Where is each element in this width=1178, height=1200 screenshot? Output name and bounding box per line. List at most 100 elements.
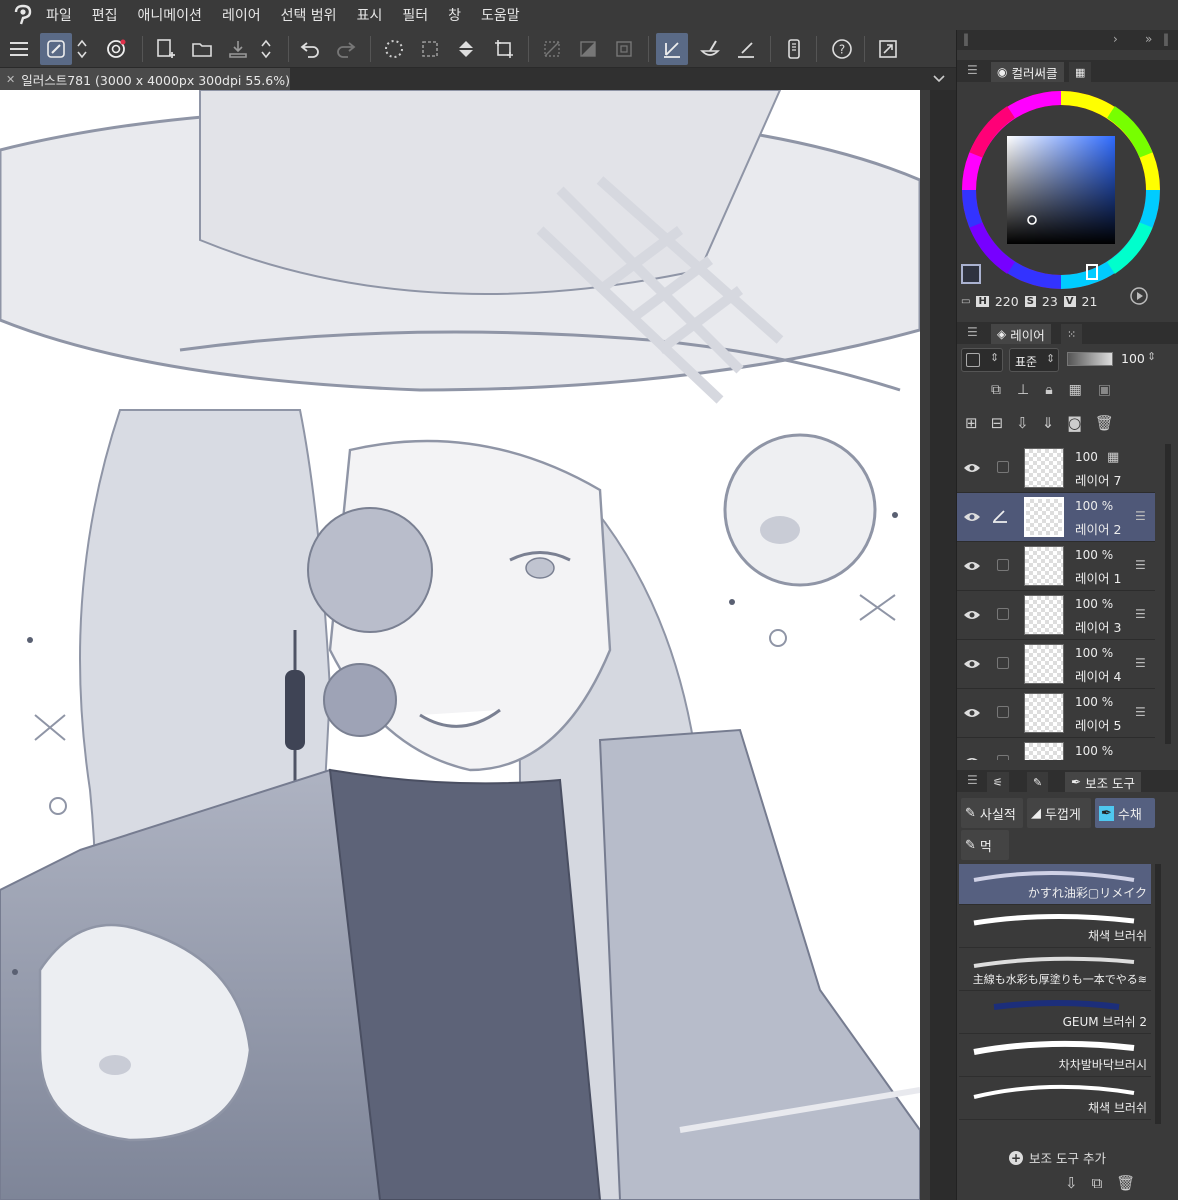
reference-layer-icon[interactable] (656, 33, 688, 65)
eye-icon[interactable] (963, 508, 981, 527)
delete-layer-icon[interactable]: 🗑︎ (1095, 414, 1114, 432)
invert-selection-icon[interactable] (572, 33, 604, 65)
layer-row[interactable]: 100 % 레이어 1 ☰ (957, 542, 1155, 591)
fill-brush-icon[interactable] (694, 33, 726, 65)
close-tab-icon[interactable]: ✕ (6, 73, 15, 86)
layer-mask-icon[interactable]: ◙ (1067, 414, 1082, 432)
updown-arrows-icon[interactable] (256, 33, 276, 65)
color-wheel[interactable] (961, 90, 1161, 290)
updown-arrows-icon[interactable] (72, 33, 92, 65)
tab-brush-size[interactable]: ✎ (1027, 772, 1049, 792)
help-icon[interactable]: ? (826, 33, 858, 65)
layer-menu-icon[interactable]: ☰ (1135, 558, 1146, 572)
layer-check[interactable] (997, 608, 1009, 620)
layer-row[interactable]: 100 % 레이어 2 ☰ (957, 493, 1155, 542)
open-folder-icon[interactable] (186, 33, 218, 65)
panel-menu-icon[interactable]: ☰ (967, 325, 978, 339)
tab-color-circle[interactable]: ◉ 컬러써클 (991, 62, 1064, 82)
transform-icon[interactable] (488, 33, 520, 65)
brush-item[interactable]: 차차발바닥브러시 (959, 1036, 1151, 1077)
subtool-group-ink[interactable]: ✎ 먹 (961, 830, 1009, 860)
layer-menu-icon[interactable]: ☰ (1135, 509, 1146, 523)
loading-spinner-icon[interactable] (378, 33, 410, 65)
eye-icon[interactable] (963, 606, 981, 625)
ruler-pen-icon[interactable] (730, 33, 762, 65)
eye-icon[interactable] (963, 753, 981, 760)
menu-animation[interactable]: 애니메이션 (138, 5, 202, 25)
copy-subtool-icon[interactable]: ⧉ (1092, 1174, 1103, 1192)
brush-list-scrollbar[interactable] (1155, 864, 1161, 1124)
layer-type-select[interactable]: ⇕ (961, 348, 1003, 372)
menu-window[interactable]: 창 (448, 5, 461, 25)
drawing-canvas[interactable] (0, 90, 920, 1200)
new-raster-layer-icon[interactable]: ⊞ (965, 414, 978, 432)
add-subtool-button[interactable]: + 보조 도구 추가 (1009, 1148, 1106, 1167)
app-logo-icon[interactable] (0, 0, 46, 30)
layer-row[interactable]: 100 % (957, 738, 1155, 760)
panel-grip-icon[interactable]: ‖ (1163, 32, 1169, 46)
expand-arrows-icon[interactable]: » (1145, 32, 1152, 46)
brush-item[interactable]: かすれ油彩▢リメイク (959, 864, 1151, 905)
tab-layer-property[interactable]: ⁙ (1061, 324, 1083, 344)
subtool-group-thick[interactable]: ◢ 두껍게 (1027, 798, 1091, 828)
layer-row[interactable]: 100 레이어 7 ▦ (957, 444, 1155, 493)
layer-check[interactable] (997, 706, 1009, 718)
layer-menu-icon[interactable]: ☰ (1135, 656, 1146, 670)
clip-studio-assets-icon[interactable] (100, 33, 132, 65)
menu-view[interactable]: 표시 (357, 5, 383, 25)
opacity-slider[interactable] (1067, 352, 1113, 366)
delete-subtool-icon[interactable]: 🗑︎ (1116, 1174, 1135, 1192)
layer-menu-icon[interactable]: ☰ (1135, 705, 1146, 719)
tab-subtool[interactable]: ✒︎ 보조 도구 (1065, 772, 1142, 792)
play-circle-icon[interactable] (1129, 286, 1149, 306)
lock-icon[interactable]: 🔒︎ (1045, 382, 1052, 398)
chevron-down-icon[interactable] (932, 73, 946, 85)
deselect-icon[interactable] (414, 33, 446, 65)
brush-item[interactable]: 채색 브러쉬 (959, 907, 1151, 948)
menu-edit[interactable]: 편집 (92, 5, 118, 25)
lock-transparency-icon[interactable]: ▦ (1069, 382, 1082, 398)
panel-menu-icon[interactable]: ☰ (967, 63, 978, 77)
brush-item[interactable]: 主線も水彩も厚塗りも一本でやる≋ (959, 950, 1151, 991)
mask-icon[interactable]: ▣ (1098, 382, 1111, 398)
layer-check[interactable] (997, 657, 1009, 669)
subtool-group-watercolor[interactable]: ✒︎ 수채 (1095, 798, 1155, 828)
redo-icon[interactable] (330, 33, 362, 65)
menu-layer[interactable]: 레이어 (222, 5, 261, 25)
reference-layer-icon[interactable]: ⊥ (1017, 382, 1029, 398)
crop-selection-icon[interactable] (536, 33, 568, 65)
menu-selection[interactable]: 선택 범위 (281, 5, 337, 25)
tab-layer[interactable]: ◈ 레이어 (991, 324, 1051, 344)
fill-bucket-icon[interactable] (450, 33, 482, 65)
tab-tool-property[interactable]: ⚟ (987, 772, 1009, 792)
main-color-swatch[interactable] (961, 264, 981, 284)
brush-item[interactable]: 채색 브러쉬 (959, 1079, 1151, 1120)
new-folder-icon[interactable]: ⊟ (991, 414, 1004, 432)
eye-icon[interactable] (963, 704, 981, 723)
transfer-lower-icon[interactable]: ⇩ (1016, 414, 1029, 432)
layer-row[interactable]: 100 % 레이어 3 ☰ (957, 591, 1155, 640)
panel-menu-icon[interactable]: ☰ (967, 773, 978, 787)
blend-mode-select[interactable]: 표준 ⇕ (1009, 348, 1059, 372)
panel-grip-icon[interactable]: ‖ (963, 32, 969, 46)
tab-color-set[interactable]: ▦ (1069, 62, 1092, 82)
layer-row[interactable]: 100 % 레이어 5 ☰ (957, 689, 1155, 738)
layer-check[interactable] (997, 461, 1009, 473)
eye-icon[interactable] (963, 557, 981, 576)
menu-filter[interactable]: 필터 (402, 5, 428, 25)
document-tab[interactable]: ✕ 일러스트781 (3000 x 4000px 300dpi 55.6%) (0, 68, 290, 90)
selection-border-icon[interactable] (608, 33, 640, 65)
layer-check[interactable] (997, 559, 1009, 571)
menu-help[interactable]: 도움말 (481, 5, 520, 25)
layer-menu-icon[interactable]: ☰ (1135, 607, 1146, 621)
eye-icon[interactable] (963, 459, 981, 478)
smartphone-connect-icon[interactable] (778, 33, 810, 65)
eye-icon[interactable] (963, 655, 981, 674)
layer-check[interactable] (997, 755, 1009, 760)
clip-studio-brush-icon[interactable] (40, 33, 72, 65)
new-canvas-icon[interactable] (150, 33, 182, 65)
fullscreen-icon[interactable] (872, 33, 904, 65)
hamburger-menu-icon[interactable] (3, 33, 35, 65)
collapse-arrow-icon[interactable]: › (1113, 32, 1118, 46)
brush-item[interactable]: GEUM 브러쉬 2 (959, 993, 1151, 1034)
